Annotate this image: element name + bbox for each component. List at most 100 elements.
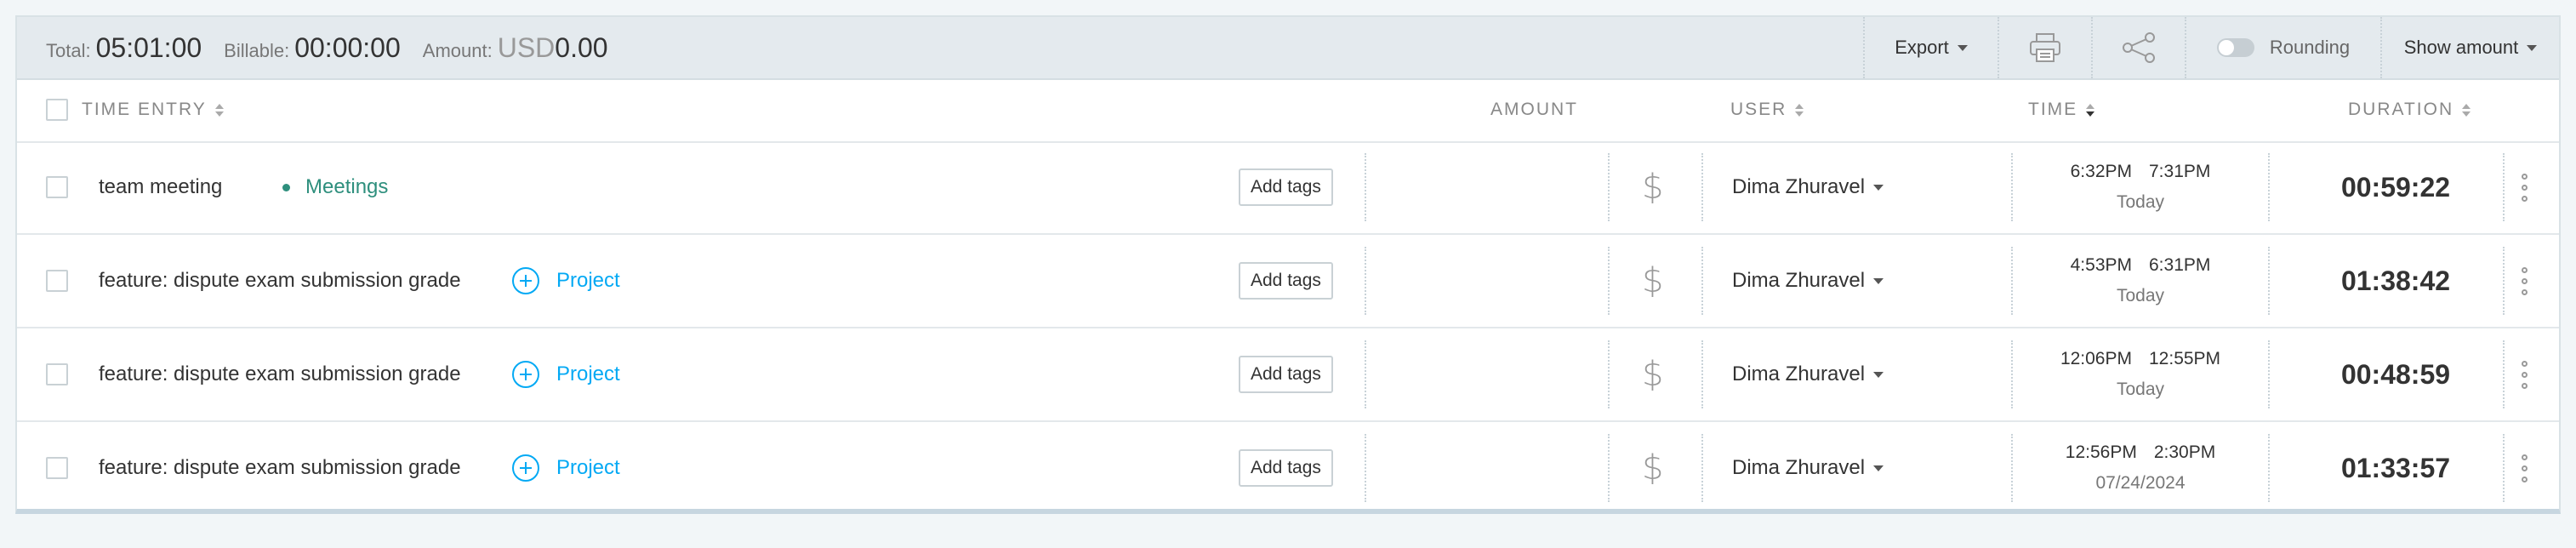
column-time[interactable]: TIME (2028, 78, 2095, 141)
add-project-label: Project (556, 362, 620, 385)
user-dropdown[interactable]: Dima Zhuravel (1732, 422, 1884, 514)
sort-icon (2462, 103, 2471, 117)
add-tags-button[interactable]: Add tags (1239, 449, 1333, 487)
add-tags-button[interactable]: Add tags (1239, 262, 1333, 300)
time-range[interactable]: 6:32PM 7:31PM Today (2013, 141, 2268, 233)
chevron-down-icon (2527, 44, 2538, 51)
entry-description[interactable]: feature: dispute exam submission grade (99, 362, 461, 386)
billable-dollar-icon[interactable]: $ (1642, 448, 1663, 488)
entry-description[interactable]: feature: dispute exam submission grade (99, 269, 461, 293)
row-checkbox[interactable] (46, 176, 68, 198)
time-range[interactable]: 4:53PM 6:31PM Today (2013, 235, 2268, 327)
table-row: feature: dispute exam submission grade P… (17, 328, 2559, 422)
sort-icon (1795, 103, 1804, 117)
billable-label: Billable: (224, 39, 290, 61)
end-time: 7:31PM (2149, 162, 2211, 181)
more-options-icon[interactable] (2522, 266, 2528, 295)
select-all-checkbox[interactable] (46, 99, 68, 121)
more-options-icon[interactable] (2522, 173, 2528, 202)
end-time: 12:55PM (2149, 349, 2221, 368)
entry-description[interactable]: team meeting (99, 175, 222, 199)
row-checkbox[interactable] (46, 363, 68, 385)
column-label: TIME (2028, 100, 2078, 119)
entry-duration[interactable]: 00:48:59 (2341, 359, 2450, 391)
toggle-switch[interactable] (2216, 38, 2254, 57)
chevron-down-icon (1957, 44, 1968, 51)
more-options-icon[interactable] (2522, 454, 2528, 482)
entry-duration[interactable]: 00:59:22 (2341, 172, 2450, 203)
export-dropdown[interactable]: Export (1863, 17, 1998, 78)
total-label: Total: (46, 39, 91, 61)
time-range[interactable]: 12:06PM 12:55PM Today (2013, 328, 2268, 420)
time-range[interactable]: 12:56PM 2:30PM 07/24/2024 (2013, 422, 2268, 514)
summary-bar: Total: 05:01:00 Billable: 00:00:00 Amoun… (17, 17, 2559, 80)
add-project-label: Project (556, 269, 620, 292)
table-header: TIME ENTRY AMOUNT USER TIME DURATION (17, 78, 2559, 143)
share-button[interactable] (2091, 17, 2185, 78)
chevron-down-icon (1873, 371, 1884, 378)
print-button[interactable] (1998, 17, 2091, 78)
entry-date: Today (2116, 192, 2165, 212)
show-amount-dropdown[interactable]: Show amount (2380, 17, 2559, 78)
plus-circle-icon (512, 267, 539, 294)
chevron-down-icon (1873, 277, 1884, 284)
billable-dollar-icon[interactable]: $ (1642, 168, 1663, 207)
user-name: Dima Zhuravel (1732, 362, 1866, 385)
row-checkbox[interactable] (46, 270, 68, 292)
amount-currency: USD (497, 31, 556, 63)
billable-value: 00:00:00 (294, 31, 401, 63)
select-all-cell (46, 78, 68, 141)
user-dropdown[interactable]: Dima Zhuravel (1732, 141, 1884, 233)
time-entries-panel: Total: 05:01:00 Billable: 00:00:00 Amoun… (15, 15, 2561, 514)
column-amount: AMOUNT (1490, 78, 1578, 141)
add-project-label: Project (556, 456, 620, 479)
project-selector[interactable]: Meetings (282, 141, 388, 233)
row-checkbox[interactable] (46, 457, 68, 479)
amount-label: Amount: (422, 39, 493, 61)
start-time: 6:32PM (2070, 162, 2132, 181)
project-name: Meetings (305, 175, 389, 198)
user-dropdown[interactable]: Dima Zhuravel (1732, 328, 1884, 420)
sort-icon (2086, 103, 2095, 117)
sort-icon (214, 103, 224, 117)
entry-date: Today (2116, 380, 2165, 399)
more-options-icon[interactable] (2522, 360, 2528, 389)
start-time: 12:06PM (2060, 349, 2132, 368)
billable-dollar-icon[interactable]: $ (1642, 355, 1663, 394)
user-dropdown[interactable]: Dima Zhuravel (1732, 235, 1884, 327)
user-name: Dima Zhuravel (1732, 175, 1866, 198)
end-time: 6:31PM (2149, 255, 2211, 275)
column-label: DURATION (2348, 100, 2454, 119)
plus-circle-icon (512, 361, 539, 388)
add-tags-button[interactable]: Add tags (1239, 168, 1333, 206)
end-time: 2:30PM (2153, 442, 2216, 462)
table-row: feature: dispute exam submission grade P… (17, 422, 2559, 514)
plus-circle-icon (512, 454, 539, 482)
rounding-label: Rounding (2269, 37, 2351, 58)
user-name: Dima Zhuravel (1732, 456, 1866, 479)
table-row: feature: dispute exam submission grade P… (17, 235, 2559, 328)
column-label: USER (1730, 100, 1787, 119)
column-user[interactable]: USER (1730, 78, 1804, 141)
column-time-entry[interactable]: TIME ENTRY (82, 78, 224, 141)
add-tags-button[interactable]: Add tags (1239, 356, 1333, 393)
start-time: 12:56PM (2065, 442, 2137, 462)
user-name: Dima Zhuravel (1732, 269, 1866, 292)
table-row: team meeting Meetings Add tags $ Dima Zh… (17, 141, 2559, 235)
summary-totals: Total: 05:01:00 Billable: 00:00:00 Amoun… (17, 32, 1863, 64)
billable-dollar-icon[interactable]: $ (1642, 261, 1663, 300)
start-time: 4:53PM (2070, 255, 2132, 275)
export-label: Export (1895, 37, 1949, 58)
entry-duration[interactable]: 01:33:57 (2341, 453, 2450, 484)
rounding-toggle[interactable]: Rounding (2185, 17, 2380, 78)
add-project-button[interactable]: Project (512, 235, 620, 327)
add-project-button[interactable]: Project (512, 422, 620, 514)
share-icon (2123, 32, 2155, 63)
entry-duration[interactable]: 01:38:42 (2341, 265, 2450, 297)
add-project-button[interactable]: Project (512, 328, 620, 420)
entry-date: Today (2116, 286, 2165, 305)
show-amount-label: Show amount (2403, 37, 2519, 58)
entry-description[interactable]: feature: dispute exam submission grade (99, 456, 461, 480)
column-duration[interactable]: DURATION (2348, 78, 2471, 141)
column-label: TIME ENTRY (82, 100, 207, 119)
